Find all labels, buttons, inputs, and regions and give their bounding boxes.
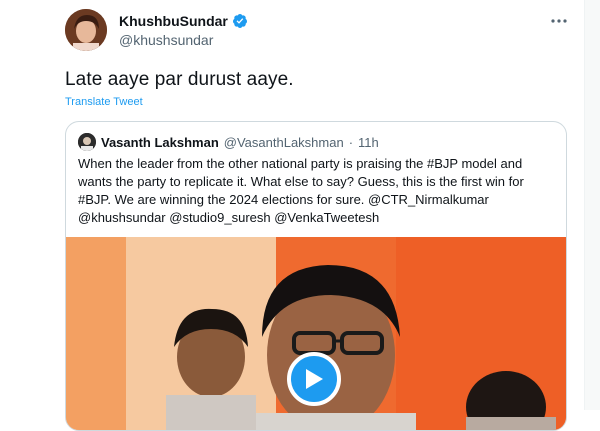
quoted-text-line: @khushsundar @studio9_suresh @VenkaTweet…: [78, 210, 380, 225]
quoted-profile-photo-icon: [78, 133, 96, 151]
quoted-author-name: Vasanth Lakshman: [101, 134, 219, 150]
translate-tweet-link[interactable]: Translate Tweet: [65, 96, 143, 108]
quoted-tweet-text: When the leader from the other national …: [78, 155, 558, 227]
author-name-row: KhushbuSundar: [119, 13, 248, 29]
play-button[interactable]: [287, 352, 341, 406]
tweet-card: KhushbuSundar @khushsundar Late aaye par…: [0, 0, 584, 431]
author-handle[interactable]: @khushsundar: [119, 32, 213, 48]
profile-photo-icon: [65, 9, 107, 51]
author-display-name[interactable]: KhushbuSundar: [119, 13, 228, 29]
quoted-author-avatar: [78, 133, 96, 151]
play-icon: [306, 369, 323, 389]
page-scroll-edge: [584, 0, 600, 410]
quoted-text-line: #BJP. We are winning the 2024 elections …: [78, 192, 489, 207]
quoted-author-handle: @VasanthLakshman: [223, 134, 344, 150]
quoted-timestamp: 11h: [358, 134, 379, 150]
quoted-tweet-header: Vasanth Lakshman @VasanthLakshman · 11h: [78, 133, 379, 151]
quoted-text-line: When the leader from the other national …: [78, 156, 523, 171]
quoted-text-line: wants the party to replicate it. What el…: [78, 174, 524, 189]
author-avatar[interactable]: [65, 9, 107, 51]
verified-badge-icon: [232, 14, 247, 28]
more-options-button[interactable]: [548, 10, 570, 32]
quoted-separator: ·: [348, 134, 354, 150]
tweet-text: Late aaye par durust aaye.: [65, 69, 294, 90]
more-dots-icon: [551, 19, 567, 23]
